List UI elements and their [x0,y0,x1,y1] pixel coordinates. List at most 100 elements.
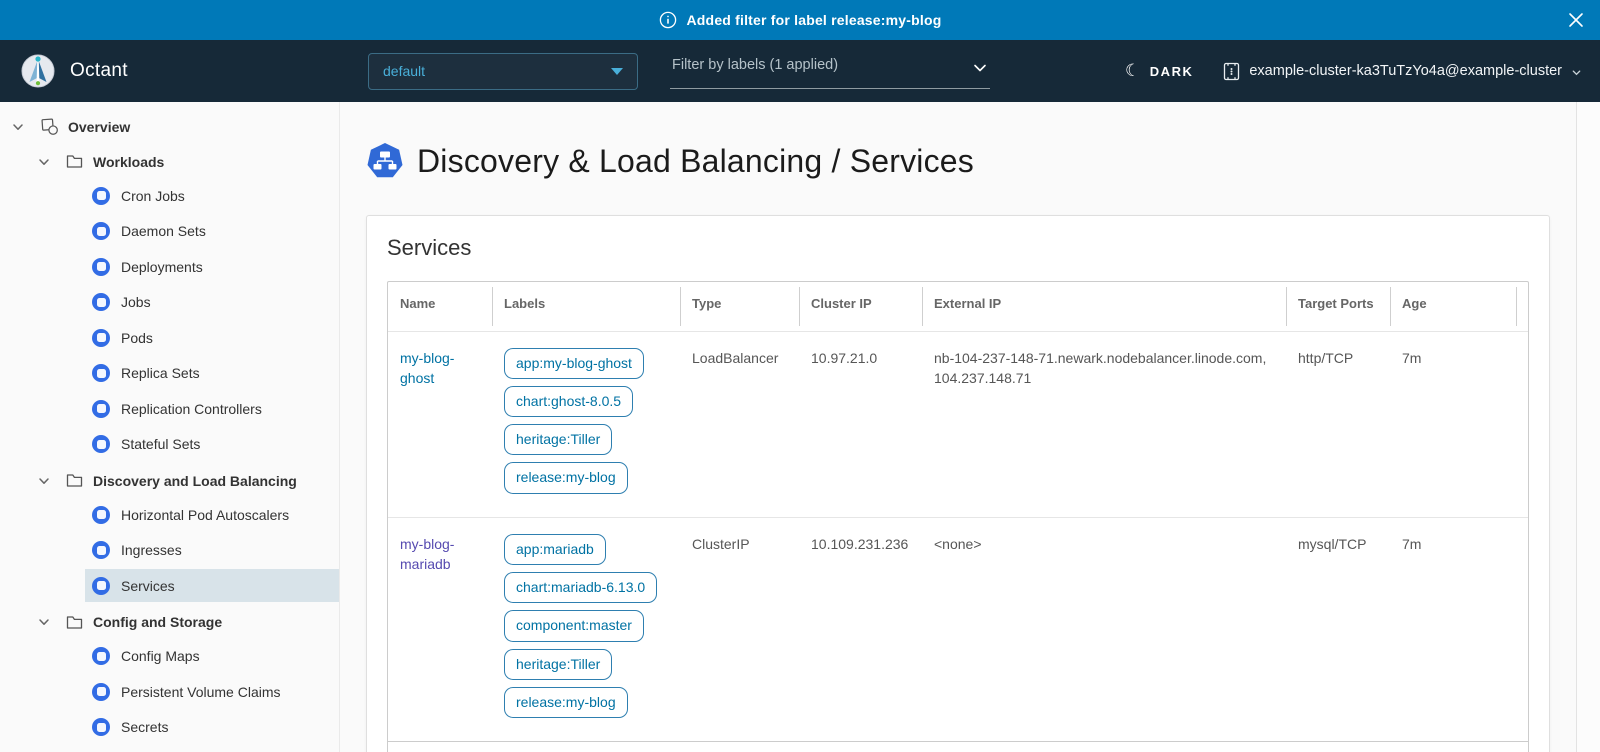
sidebar-item-cron-jobs[interactable]: Cron Jobs [85,179,339,212]
target-ports-cell: http/TCP [1286,332,1390,517]
chevron-down-icon[interactable] [11,120,25,134]
card-title: Services [387,235,1529,261]
sidebar-item-deployments[interactable]: Deployments [85,250,339,283]
main-content: Discovery & Load Balancing / Services Se… [340,102,1576,752]
info-icon [659,11,677,29]
label-pill[interactable]: component:master [504,610,644,641]
label-filter-dropdown[interactable]: Filter by labels (1 applied) [670,53,990,89]
label-pill[interactable]: heritage:Tiller [504,424,612,455]
sidebar-item-label: Replica Sets [121,365,200,381]
sidebar-item-stateful-sets[interactable]: Stateful Sets [85,428,339,461]
brand: Octant [0,53,340,89]
column-header-name[interactable]: Name [388,282,492,331]
chevron-down-icon [972,60,988,76]
sidebar-item-label: Config Maps [121,648,200,664]
alert-banner: Added filter for label release:my-blog [0,0,1600,40]
page-title: Discovery & Load Balancing / Services [417,143,974,180]
services-table: Name Labels Type Cluster IP External IP … [387,281,1529,752]
row-filler [1516,518,1528,741]
replicasets-icon [92,364,110,382]
column-header-age[interactable]: Age [1390,282,1516,331]
sidebar-item-label: Persistent Volume Claims [121,684,281,700]
alert-text: Added filter for label release:my-blog [687,12,942,28]
sidebar-group-discovery[interactable]: Discovery and Load Balancing [0,463,339,498]
column-header-filler [1516,282,1528,331]
cluster-ip-cell: 10.97.21.0 [799,332,922,517]
label-pill[interactable]: app:my-blog-ghost [504,348,644,379]
label-pill[interactable]: chart:ghost-8.0.5 [504,386,633,417]
namespace-value: default [383,63,425,79]
label-pill[interactable]: release:my-blog [504,462,628,493]
sidebar-item-label: Pods [121,330,153,346]
cluster-label: example-cluster-ka3TuTzYo4a@example-clus… [1249,63,1562,79]
label-pill[interactable]: app:mariadb [504,534,606,565]
target-ports-cell: mysql/TCP [1286,518,1390,741]
type-cell: ClusterIP [680,518,799,741]
deployments-icon [92,258,110,276]
sidebar-item-daemon-sets[interactable]: Daemon Sets [85,215,339,248]
sidebar-item-label: Jobs [121,294,151,310]
age-cell: 7m [1390,332,1516,517]
chevron-down-icon[interactable] [37,474,51,488]
sidebar-item-ingresses[interactable]: Ingresses [85,534,339,567]
cluster-icon [1223,62,1240,81]
pvc-icon [92,683,110,701]
service-link[interactable]: my-blog-mariadb [400,536,454,572]
column-header-labels[interactable]: Labels [492,282,680,331]
sidebar-item-label: Daemon Sets [121,223,206,239]
sidebar-item-replica-sets[interactable]: Replica Sets [85,357,339,390]
chevron-down-icon[interactable] [37,615,51,629]
label-pill[interactable]: chart:mariadb-6.13.0 [504,572,657,603]
hpa-icon [92,506,110,524]
cluster-select[interactable]: example-cluster-ka3TuTzYo4a@example-clus… [1223,62,1582,81]
table-row: my-blog-mariadb app:mariadb chart:mariad… [388,517,1528,741]
sidebar-group-label: Discovery and Load Balancing [93,473,297,489]
sidebar-item-horizontal-pod-autoscalers[interactable]: Horizontal Pod Autoscalers [85,498,339,531]
scrollbar[interactable] [1576,102,1600,752]
configmaps-icon [92,647,110,665]
sidebar-item-replication-controllers[interactable]: Replication Controllers [85,392,339,425]
sidebar-group-config-storage[interactable]: Config and Storage [0,605,339,640]
column-header-target-ports[interactable]: Target Ports [1286,282,1390,331]
sidebar-item-overview[interactable]: Overview [0,109,339,144]
name-cell: my-blog-mariadb [388,518,492,741]
folder-icon [66,154,83,169]
cluster-ip-cell: 10.109.231.236 [799,518,922,741]
column-header-type[interactable]: Type [680,282,799,331]
type-cell: LoadBalancer [680,332,799,517]
moon-icon: ☾ [1125,61,1142,81]
sidebar-item-services[interactable]: Services [85,569,339,602]
sidebar-item-label: Stateful Sets [121,436,200,452]
chevron-down-icon[interactable] [37,155,51,169]
services-heptagon-icon [366,142,404,180]
app-header: Octant default Filter by labels (1 appli… [0,40,1600,102]
label-pill[interactable]: heritage:Tiller [504,649,612,680]
label-filter-text: Filter by labels (1 applied) [672,57,838,73]
theme-toggle-label: DARK [1150,64,1194,79]
close-icon[interactable] [1566,10,1586,30]
sidebar-item-jobs[interactable]: Jobs [85,286,339,319]
sidebar-item-pods[interactable]: Pods [85,321,339,354]
sidebar-item-label: Overview [68,119,130,135]
labels-cell: app:mariadb chart:mariadb-6.13.0 compone… [492,518,680,741]
column-header-cluster-ip[interactable]: Cluster IP [799,282,922,331]
age-cell: 7m [1390,518,1516,741]
namespace-select[interactable]: default [368,53,638,90]
sidebar-item-config-maps[interactable]: Config Maps [85,640,339,673]
external-ip-cell: <none> [922,518,1286,741]
sidebar-item-label: Horizontal Pod Autoscalers [121,507,289,523]
sidebar-group-label: Config and Storage [93,614,222,630]
daemonsets-icon [92,222,110,240]
sidebar-item-label: Secrets [121,719,168,735]
service-link[interactable]: my-blog-ghost [400,350,454,386]
sidebar-item-persistent-volume-claims[interactable]: Persistent Volume Claims [85,675,339,708]
sidebar-group-workloads[interactable]: Workloads [0,144,339,179]
sidebar-item-label: Cron Jobs [121,188,185,204]
cronjobs-icon [92,187,110,205]
column-header-external-ip[interactable]: External IP [922,282,1286,331]
label-pill[interactable]: release:my-blog [504,687,628,718]
sidebar-item-secrets[interactable]: Secrets [85,711,339,744]
folder-icon [66,473,83,488]
table-footer: Items per page 10 1 - 2 of 2 items [388,741,1528,752]
theme-toggle[interactable]: ☾ DARK [1125,61,1193,81]
